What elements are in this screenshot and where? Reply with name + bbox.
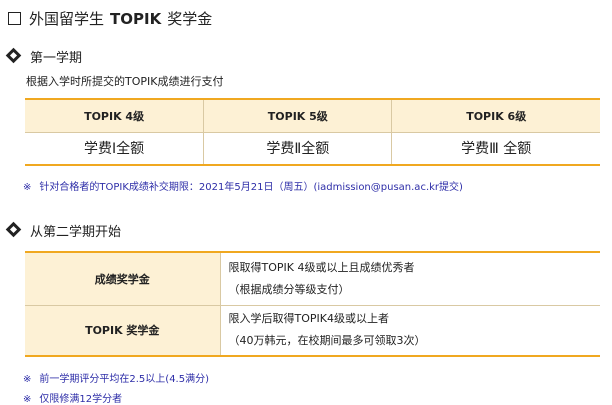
section2-title: 从第二学期开始 <box>30 224 122 240</box>
section2-note: ※ 仅限修满12学分者 <box>23 390 122 405</box>
diamond-bullet-icon <box>5 47 22 64</box>
section2-note-text: 仅限修满12学分者 <box>39 394 123 405</box>
section2-note: ※ 前一学期评分平均在2.5以上(4.5满分) <box>23 370 209 385</box>
section1-desc: 根据入学时所提交的TOPIK成绩进行支付 <box>26 75 224 88</box>
desc-line: 限入学后取得TOPIK4级或以上者 <box>228 312 389 326</box>
section1-note-text: 针对合格者的TOPIK成绩补交期限：2021年5月21日（周五）(iadmiss… <box>39 182 463 193</box>
table-header-row: TOPIK 4级 TOPIK 5级 TOPIK 6级 <box>25 99 600 132</box>
section1-note: ※ 针对合格者的TOPIK成绩补交期限：2021年5月21日（周五）(iadmis… <box>23 178 463 193</box>
section1-title: 第一学期 <box>30 50 83 66</box>
value-topik5: 学费Ⅱ全额 <box>203 131 393 165</box>
row-label-grade: 成绩奖学金 <box>25 252 221 305</box>
desc-line: 限取得TOPIK 4级或以上且成绩优秀者 <box>228 260 415 274</box>
page-title: 外国留学生 TOPIK 奖学金 <box>8 7 212 29</box>
section2-heading: 从第二学期开始 <box>5 221 122 240</box>
first-semester-table: TOPIK 4级 TOPIK 5级 TOPIK 6级 学费Ⅰ全额 学费Ⅱ全额 学… <box>25 98 600 166</box>
col-topik4: TOPIK 4级 <box>25 99 205 132</box>
desc-line: （40万韩元，在校期间最多可领取3次） <box>228 334 426 348</box>
table-row: 学费Ⅰ全额 学费Ⅱ全额 学费Ⅲ 全额 <box>25 131 600 165</box>
row-desc-topik: 限入学后取得TOPIK4级或以上者 （40万韩元，在校期间最多可领取3次） <box>220 304 600 356</box>
desc-line: （根据成绩分等级支付） <box>228 282 350 296</box>
note-mark: ※ <box>23 374 32 385</box>
second-semester-table: 成绩奖学金 限取得TOPIK 4级或以上且成绩优秀者 （根据成绩分等级支付） T… <box>25 251 600 357</box>
table-row: TOPIK 奖学金 限入学后取得TOPIK4级或以上者 （40万韩元，在校期间最… <box>25 304 600 356</box>
col-topik6: TOPIK 6级 <box>391 99 600 132</box>
title-suffix: 奖学金 <box>167 9 213 28</box>
value-topik6: 学费Ⅲ 全额 <box>391 131 600 165</box>
section2-note-text: 前一学期评分平均在2.5以上(4.5满分) <box>39 374 209 385</box>
note-mark: ※ <box>23 182 32 193</box>
title-strong: TOPIK <box>110 9 162 28</box>
title-prefix: 外国留学生 <box>29 9 105 28</box>
note-mark: ※ <box>23 394 32 405</box>
table-row: 成绩奖学金 限取得TOPIK 4级或以上且成绩优秀者 （根据成绩分等级支付） <box>25 252 600 305</box>
section1-heading: 第一学期 <box>5 47 83 66</box>
row-desc-grade: 限取得TOPIK 4级或以上且成绩优秀者 （根据成绩分等级支付） <box>220 252 600 305</box>
title-text: 外国留学生 TOPIK 奖学金 <box>29 8 212 29</box>
diamond-bullet-icon <box>5 221 22 238</box>
col-topik5: TOPIK 5级 <box>203 99 393 132</box>
row-label-topik: TOPIK 奖学金 <box>25 304 221 356</box>
value-topik4: 学费Ⅰ全额 <box>25 131 205 165</box>
checkbox-icon <box>8 11 21 25</box>
